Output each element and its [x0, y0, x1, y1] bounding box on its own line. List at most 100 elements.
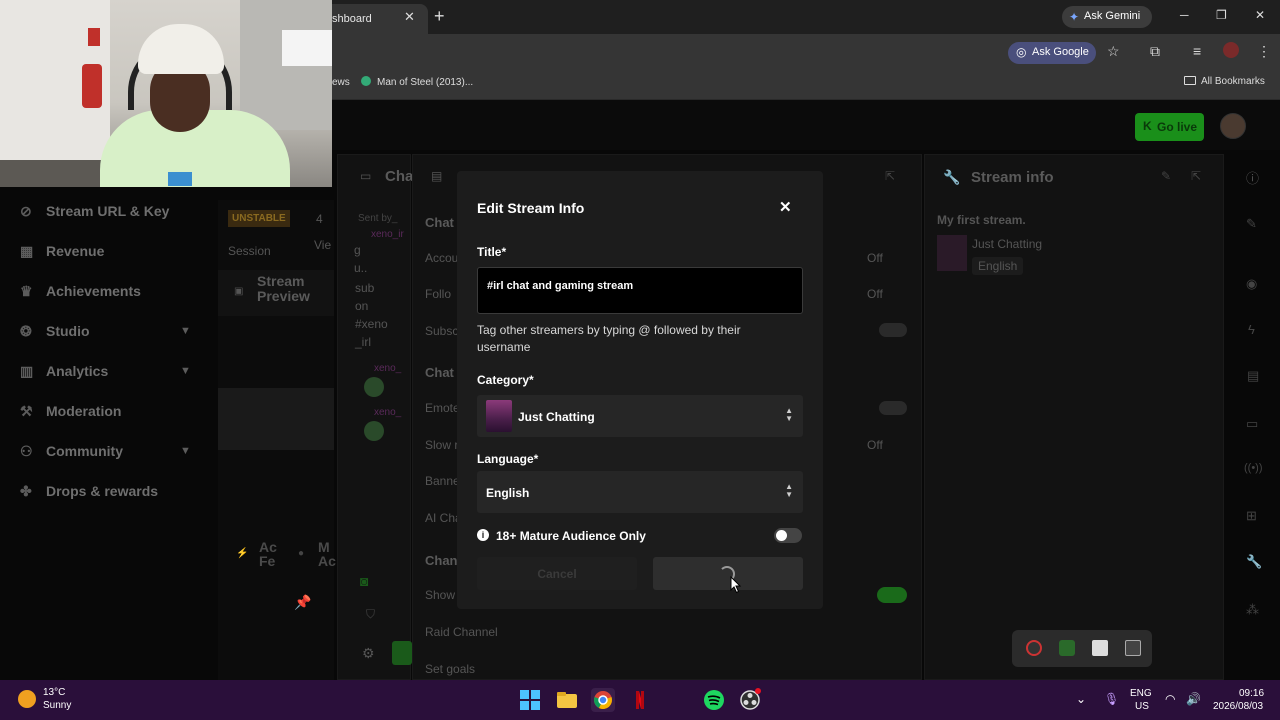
camera-icon[interactable]: ◉	[1246, 276, 1257, 292]
chevron-down-icon[interactable]: ▼	[180, 365, 191, 377]
new-tab-icon[interactable]: +	[434, 6, 445, 27]
title-input[interactable]: #irl chat and gaming stream	[477, 267, 803, 314]
setting-slow-mode: Slow r	[425, 438, 459, 452]
chat-emote-button-icon[interactable]: ◙	[360, 573, 368, 589]
region-indicator[interactable]: US	[1135, 701, 1149, 712]
gemini-sparkle-icon: ✦	[1069, 10, 1080, 24]
chat-send-button[interactable]	[392, 641, 412, 665]
category-label: Category*	[477, 373, 534, 387]
webcam-fire-extinguisher	[82, 64, 102, 108]
edit-pencil-icon[interactable]: ✎	[1161, 169, 1171, 183]
profile-avatar-icon[interactable]	[1223, 42, 1239, 58]
tools-icon[interactable]: 🔧	[1246, 554, 1262, 570]
save-button[interactable]	[653, 557, 803, 590]
setting-subscribers: Subsc	[425, 324, 459, 338]
menu-kebab-icon[interactable]: ⋮	[1257, 43, 1271, 60]
file-explorer-icon[interactable]	[555, 688, 579, 712]
sidebar-item-community[interactable]: ⚇ Community	[20, 443, 123, 460]
layout-icon[interactable]: ⊞	[1246, 508, 1257, 524]
sidebar-item-label: Revenue	[46, 243, 105, 259]
window-close-icon[interactable]: ✕	[1255, 8, 1265, 22]
ask-gemini-button[interactable]: ✦ Ask Gemini	[1062, 6, 1152, 28]
preview-icon: ▣	[234, 286, 244, 297]
clock-time[interactable]: 09:16	[1239, 688, 1264, 699]
go-live-button[interactable]: K Go live	[1135, 113, 1204, 141]
cancel-button[interactable]: Cancel	[477, 557, 637, 590]
toggle-switch[interactable]	[879, 323, 907, 337]
sidebar-item-analytics[interactable]: ▥ Analytics	[20, 363, 108, 380]
document-icon[interactable]: ▤	[1247, 368, 1259, 384]
lightning-icon[interactable]: ϟ	[1248, 322, 1255, 337]
sidebar-item-achievements[interactable]: ♛ Achievements	[20, 283, 141, 300]
language-indicator[interactable]: ENG	[1130, 688, 1152, 699]
chat-panel: ▭ Cha Sent by_ xeno_ir g u.. sub on #xen…	[337, 154, 413, 680]
select-arrows-icon: ▲ ▼	[785, 406, 793, 423]
close-icon[interactable]: ✕	[779, 198, 792, 216]
avatar[interactable]	[1220, 113, 1246, 139]
clock-date[interactable]: 2026/08/03	[1213, 701, 1263, 712]
share-icon[interactable]: ⁂	[1246, 602, 1259, 618]
settings-section-channel: Chan	[425, 553, 458, 568]
restore-icon[interactable]: ❐	[1216, 8, 1227, 22]
sidebar-item-label: Studio	[46, 323, 90, 339]
popout-icon[interactable]: ⇱	[1191, 169, 1201, 183]
broadcast-icon[interactable]: ((•))	[1244, 462, 1263, 474]
gear-icon[interactable]: ⚙	[362, 645, 375, 662]
sidebar-item-drops-rewards[interactable]: ✤ Drops & rewards	[20, 483, 158, 500]
chat-bubble-icon[interactable]: ▭	[1246, 416, 1258, 432]
category-select[interactable]: Just Chatting ▲ ▼	[477, 395, 803, 437]
bookmark-news[interactable]: ews	[332, 77, 350, 88]
netflix-icon[interactable]	[628, 688, 652, 712]
stream-info-text: My first stream.	[937, 213, 1026, 227]
sun-icon[interactable]	[18, 690, 36, 708]
info-icon[interactable]: ⓘ	[1246, 168, 1259, 187]
toggle-switch[interactable]	[879, 401, 907, 415]
mature-audience-toggle[interactable]	[774, 528, 802, 543]
wifi-icon[interactable]: ◠	[1165, 692, 1175, 706]
nvidia-icon[interactable]	[1059, 640, 1075, 656]
tab-close-icon[interactable]: ✕	[404, 9, 415, 25]
toggle-switch-on[interactable]	[877, 587, 907, 603]
webcam-beanie	[138, 24, 224, 74]
obs-icon[interactable]	[1026, 640, 1042, 656]
tab-title: shboard	[332, 13, 372, 25]
stream-preview-title: Stream Preview	[257, 273, 310, 304]
windows-start-icon[interactable]	[518, 688, 542, 712]
media-controls-icon[interactable]: ≡	[1193, 43, 1201, 59]
title-help-text: Tag other streamers by typing @ followed…	[477, 323, 741, 354]
go-live-label: Go live	[1157, 120, 1198, 134]
volume-icon[interactable]: 🔊	[1186, 692, 1201, 706]
microphone-icon[interactable]: 🎙	[1104, 692, 1119, 706]
bookmark-star-icon[interactable]: ☆	[1107, 43, 1120, 60]
obs-studio-icon[interactable]	[738, 688, 762, 712]
extensions-icon[interactable]: ⧉	[1150, 43, 1160, 60]
language-select[interactable]: English ▲ ▼	[477, 471, 803, 513]
spotify-icon[interactable]	[702, 688, 726, 712]
select-arrows-icon: ▲ ▼	[785, 482, 793, 499]
bookmark-man-of-steel[interactable]: Man of Steel (2013)...	[361, 76, 473, 88]
chrome-icon[interactable]	[591, 688, 615, 712]
sidebar-item-revenue[interactable]: ▦ Revenue	[20, 243, 104, 260]
epic-games-icon[interactable]	[1125, 640, 1141, 656]
ask-gemini-label: Ask Gemini	[1084, 10, 1141, 22]
gift-icon: ✤	[20, 483, 32, 499]
sidebar-item-studio[interactable]: ❂ Studio	[20, 323, 90, 340]
ask-google-button[interactable]: ◎ Ask Google	[1008, 42, 1096, 64]
title-label: Title*	[477, 245, 507, 259]
pencil-icon[interactable]: ✎	[1246, 216, 1257, 232]
info-icon: i	[477, 529, 489, 541]
sidebar-item-stream-url[interactable]: ⊘ Stream URL & Key	[20, 203, 169, 220]
emote-icon	[364, 377, 384, 397]
chevron-up-icon[interactable]: ⌄	[1076, 692, 1086, 706]
chevron-down-icon[interactable]: ▼	[180, 445, 191, 457]
minimize-icon[interactable]: ─	[1180, 8, 1189, 22]
language-label: Language*	[477, 452, 539, 466]
all-bookmarks[interactable]: All Bookmarks	[1184, 76, 1265, 87]
mod-actions-icon: ●	[298, 548, 305, 559]
notes-icon[interactable]	[1092, 640, 1108, 656]
chart-icon: ▥	[20, 363, 34, 379]
setting-show: Show	[425, 588, 456, 602]
chevron-down-icon[interactable]: ▼	[180, 325, 191, 337]
sidebar-item-moderation[interactable]: ⚒ Moderation	[20, 403, 121, 420]
popout-icon[interactable]: ⇱	[885, 169, 895, 183]
